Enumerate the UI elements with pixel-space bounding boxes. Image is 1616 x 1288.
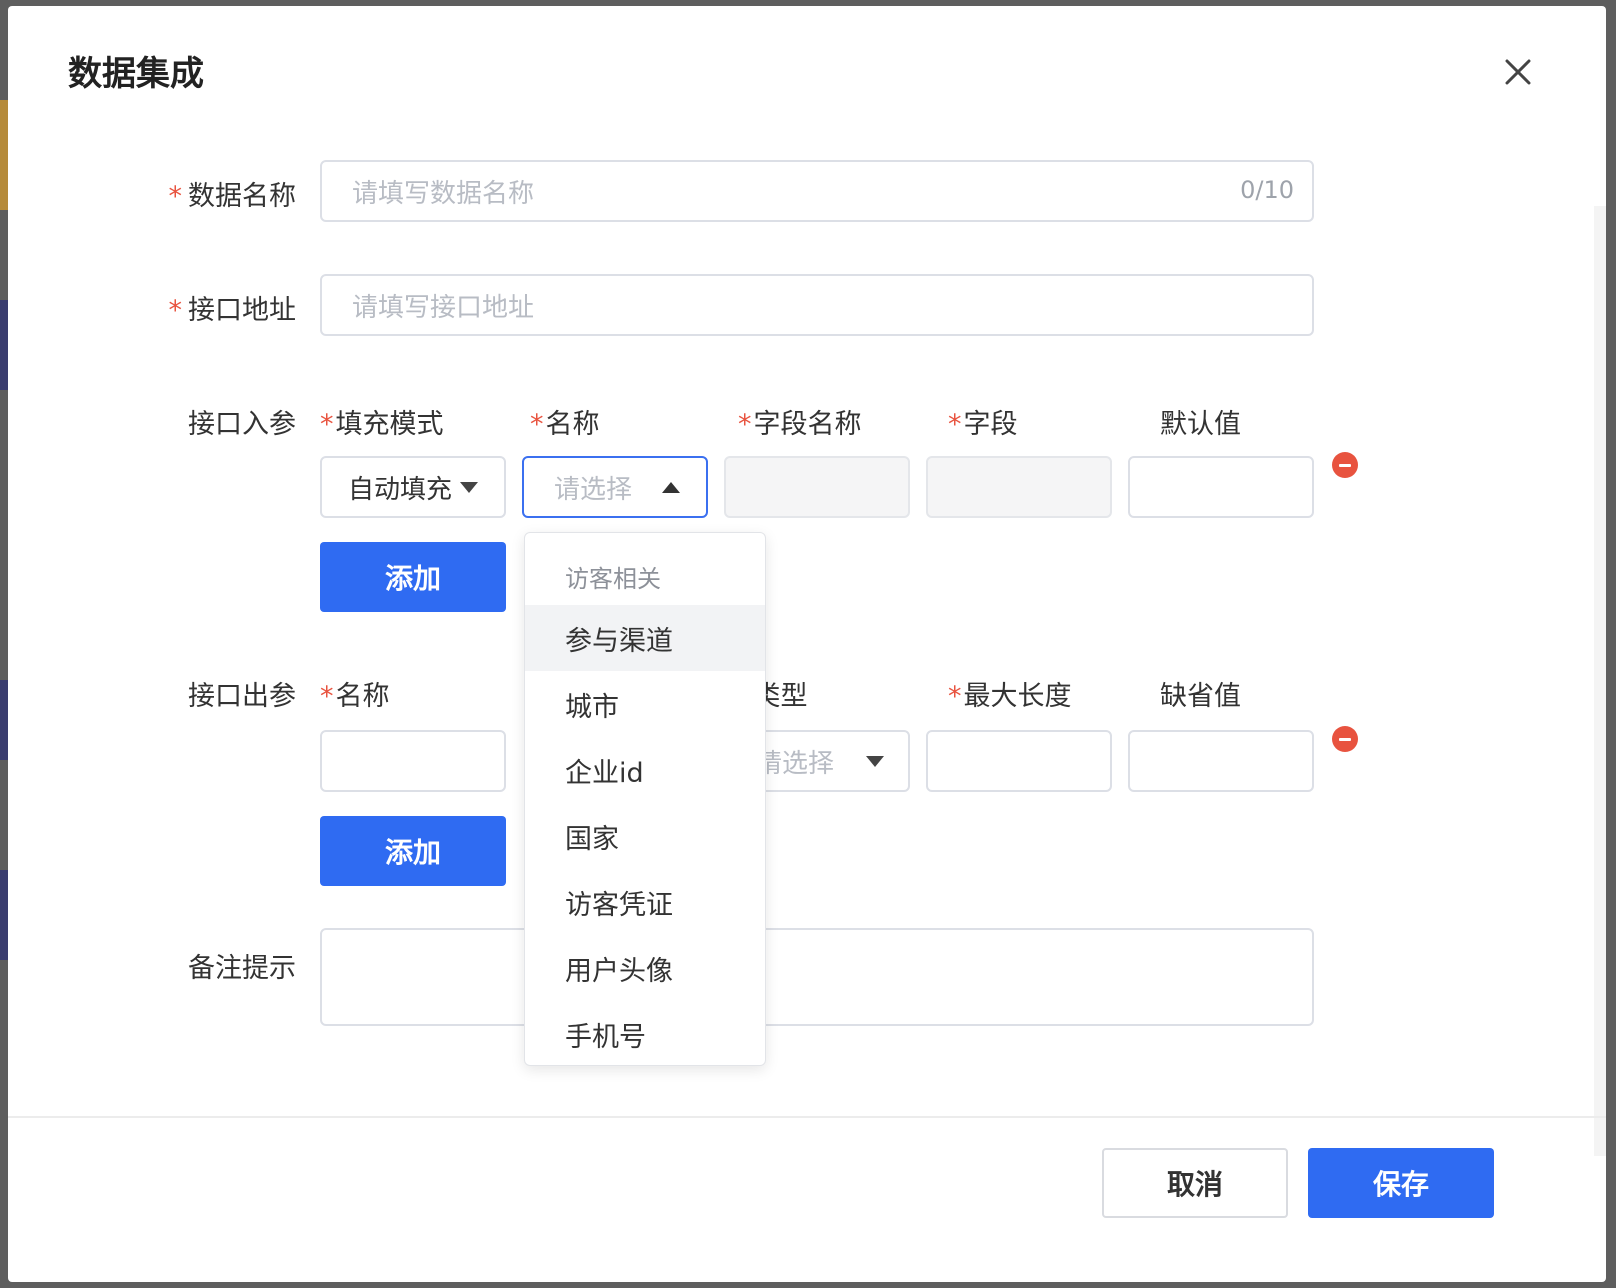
param-name-select[interactable]: 请选择 — [522, 456, 708, 518]
api-url-placeholder: 请填写接口地址 — [352, 292, 535, 323]
input-params-label: 接口入参 — [188, 409, 296, 440]
out-default-value-input[interactable] — [1128, 730, 1314, 792]
col-field-name-text: 字段名称 — [753, 409, 862, 440]
field-input — [926, 456, 1112, 518]
dropdown-option[interactable]: 参与渠道 — [525, 605, 765, 671]
char-counter: 0/10 — [1240, 176, 1294, 204]
chevron-up-icon — [662, 482, 680, 493]
required-mark: * — [530, 409, 544, 440]
col-name-text: 名称 — [545, 409, 600, 440]
save-button[interactable]: 保存 — [1308, 1148, 1494, 1218]
remove-input-param-button[interactable] — [1332, 452, 1358, 478]
out-col-max-length: *最大长度 — [948, 674, 1072, 713]
dropdown-option[interactable]: 城市 — [525, 671, 765, 737]
close-icon — [1505, 59, 1531, 85]
api-url-input[interactable]: 请填写接口地址 — [320, 274, 1314, 336]
param-name-dropdown: 访客相关 参与渠道 城市 企业id 国家 访客凭证 用户头像 手机号 — [524, 532, 766, 1066]
out-col-max-length-text: 最大长度 — [963, 681, 1072, 712]
fill-mode-select[interactable]: 自动填充 — [320, 456, 506, 518]
dropdown-option[interactable]: 访客凭证 — [525, 869, 765, 935]
remark-textarea[interactable] — [320, 928, 1314, 1026]
data-integration-dialog: 数据集成 * 数据名称 请填写数据名称 0/10 * 接口地址 请填写接口地址 接口… — [8, 6, 1606, 1282]
out-name-input[interactable] — [320, 730, 506, 792]
remove-output-param-button[interactable] — [1332, 726, 1358, 752]
col-fill-mode: *填充模式 — [320, 402, 444, 441]
field-name-input — [724, 456, 910, 518]
required-mark: * — [168, 181, 183, 212]
required-mark: * — [320, 409, 334, 440]
add-output-param-button[interactable]: 添加 — [320, 816, 506, 886]
fill-mode-value: 自动填充 — [347, 474, 452, 505]
remark-label: 备注提示 — [188, 953, 296, 984]
col-field-text: 字段 — [963, 409, 1018, 440]
close-button[interactable] — [1496, 50, 1540, 94]
api-url-label-text: 接口地址 — [188, 295, 296, 326]
col-default-value: 默认值 — [1160, 409, 1241, 440]
chevron-down-icon — [866, 755, 884, 767]
out-col-name: *名称 — [320, 674, 390, 713]
data-name-label-text: 数据名称 — [188, 181, 296, 212]
required-mark: * — [948, 409, 962, 440]
scrollbar[interactable] — [1594, 206, 1606, 1156]
col-name: *名称 — [530, 402, 600, 441]
dropdown-group-label: 访客相关 — [565, 565, 661, 593]
dropdown-option[interactable]: 用户头像 — [525, 935, 765, 1001]
out-col-name-text: 名称 — [335, 681, 390, 712]
required-mark: * — [320, 681, 334, 712]
data-name-input[interactable]: 请填写数据名称 0/10 — [320, 160, 1314, 222]
minus-icon — [1339, 737, 1351, 741]
col-fill-mode-text: 填充模式 — [335, 409, 444, 440]
api-url-label: * 接口地址 — [136, 288, 297, 327]
required-mark: * — [168, 295, 183, 326]
out-max-length-input[interactable] — [926, 730, 1112, 792]
required-mark: * — [738, 409, 752, 440]
data-name-placeholder: 请填写数据名称 — [352, 178, 535, 209]
dropdown-option[interactable]: 手机号 — [525, 1001, 765, 1067]
dialog-title: 数据集成 — [68, 54, 204, 94]
col-field: *字段 — [948, 402, 1018, 441]
default-value-input[interactable] — [1128, 456, 1314, 518]
out-col-default-value: 缺省值 — [1160, 681, 1241, 712]
footer-divider — [8, 1116, 1606, 1118]
cancel-button[interactable]: 取消 — [1102, 1148, 1288, 1218]
dropdown-option[interactable]: 国家 — [525, 803, 765, 869]
required-mark: * — [948, 681, 962, 712]
minus-icon — [1339, 463, 1351, 467]
param-name-placeholder: 请选择 — [554, 474, 633, 505]
chevron-down-icon — [460, 481, 478, 493]
add-input-param-button[interactable]: 添加 — [320, 542, 506, 612]
output-params-label: 接口出参 — [188, 681, 296, 712]
data-name-label: * 数据名称 — [136, 174, 297, 213]
col-field-name: *字段名称 — [738, 402, 862, 441]
dropdown-option[interactable]: 企业id — [525, 737, 765, 803]
